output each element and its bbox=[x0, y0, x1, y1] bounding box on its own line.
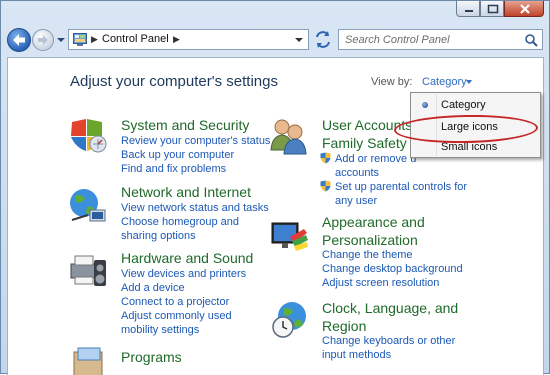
network-internet-title[interactable]: Network and Internet bbox=[121, 184, 251, 200]
forward-button[interactable] bbox=[32, 29, 54, 51]
personalization-title[interactable]: Personalization bbox=[322, 232, 418, 248]
hardware-sound-icon[interactable] bbox=[68, 250, 108, 290]
breadcrumb-control-panel[interactable]: Control Panel bbox=[102, 33, 169, 45]
clock-language-title[interactable]: Clock, Language, and bbox=[322, 300, 458, 316]
maximize-icon bbox=[487, 4, 499, 14]
search-input[interactable] bbox=[339, 30, 525, 49]
close-button[interactable] bbox=[504, 1, 544, 17]
clock-language-region-icon[interactable] bbox=[270, 300, 310, 340]
parental-controls-link[interactable]: Set up parental controls for bbox=[335, 181, 467, 193]
review-status-link[interactable]: Review your computer's status bbox=[121, 135, 270, 147]
address-dropdown-icon[interactable] bbox=[295, 38, 303, 42]
uac-shield-icon bbox=[320, 180, 331, 192]
change-keyboards-link[interactable]: Change keyboards or other bbox=[322, 335, 455, 347]
navigation-bar: ▶ Control Panel ▶ bbox=[1, 25, 549, 55]
mobility-settings-link[interactable]: mobility settings bbox=[121, 324, 199, 336]
selected-bullet-icon bbox=[422, 102, 428, 108]
uac-shield-icon bbox=[320, 152, 331, 164]
minimize-icon bbox=[465, 10, 473, 12]
view-by-arrow-icon[interactable] bbox=[466, 80, 472, 84]
programs-icon[interactable] bbox=[70, 346, 110, 375]
change-background-link[interactable]: Change desktop background bbox=[322, 263, 463, 275]
sharing-options-link[interactable]: sharing options bbox=[121, 230, 196, 242]
title-bar bbox=[1, 1, 549, 23]
refresh-icon[interactable] bbox=[313, 30, 333, 49]
find-fix-problems-link[interactable]: Find and fix problems bbox=[121, 163, 226, 175]
add-device-link[interactable]: Add a device bbox=[121, 282, 185, 294]
adjust-resolution-link[interactable]: Adjust screen resolution bbox=[322, 277, 439, 289]
control-panel-icon bbox=[73, 33, 87, 46]
accounts-link[interactable]: accounts bbox=[335, 167, 379, 179]
minimize-button[interactable] bbox=[456, 1, 480, 17]
maximize-button[interactable] bbox=[480, 1, 504, 17]
adjust-mobility-link[interactable]: Adjust commonly used bbox=[121, 310, 232, 322]
add-remove-accounts-link[interactable]: Add or remove u bbox=[335, 153, 416, 165]
menu-item-category[interactable]: Category bbox=[413, 95, 538, 115]
appearance-personalization-icon[interactable] bbox=[270, 217, 310, 257]
search-icon[interactable] bbox=[524, 33, 538, 47]
system-security-title[interactable]: System and Security bbox=[121, 117, 249, 133]
appearance-title[interactable]: Appearance and bbox=[322, 214, 425, 230]
menu-item-label: Category bbox=[441, 99, 486, 111]
hardware-sound-title[interactable]: Hardware and Sound bbox=[121, 250, 253, 266]
change-theme-link[interactable]: Change the theme bbox=[322, 249, 413, 261]
view-devices-printers-link[interactable]: View devices and printers bbox=[121, 268, 246, 280]
any-user-link[interactable]: any user bbox=[335, 195, 377, 207]
breadcrumb-chevron-icon[interactable]: ▶ bbox=[173, 34, 180, 45]
recent-pages-dropdown[interactable] bbox=[57, 38, 65, 42]
input-methods-link[interactable]: input methods bbox=[322, 349, 391, 361]
region-title[interactable]: Region bbox=[322, 318, 366, 334]
programs-title[interactable]: Programs bbox=[121, 349, 182, 365]
family-safety-title[interactable]: Family Safety bbox=[322, 135, 407, 151]
view-network-status-link[interactable]: View network status and tasks bbox=[121, 202, 269, 214]
connect-projector-link[interactable]: Connect to a projector bbox=[121, 296, 229, 308]
address-bar[interactable]: ▶ Control Panel ▶ bbox=[68, 29, 309, 50]
search-box[interactable] bbox=[338, 29, 543, 50]
back-button[interactable] bbox=[7, 28, 31, 52]
back-arrow-icon bbox=[13, 34, 25, 46]
breadcrumb-chevron-icon[interactable]: ▶ bbox=[91, 34, 98, 45]
system-security-icon[interactable] bbox=[68, 116, 108, 156]
forward-arrow-icon bbox=[38, 35, 48, 45]
page-title: Adjust your computer's settings bbox=[70, 73, 278, 90]
user-accounts-icon[interactable] bbox=[268, 116, 308, 156]
control-panel-window: ▶ Control Panel ▶ Adjust your computer's… bbox=[0, 0, 550, 375]
back-up-computer-link[interactable]: Back up your computer bbox=[121, 149, 234, 161]
view-by-label: View by: bbox=[371, 76, 413, 88]
close-icon bbox=[520, 4, 530, 14]
network-internet-icon[interactable] bbox=[68, 185, 108, 225]
view-by-dropdown[interactable]: Category bbox=[422, 76, 467, 88]
choose-homegroup-link[interactable]: Choose homegroup and bbox=[121, 216, 239, 228]
